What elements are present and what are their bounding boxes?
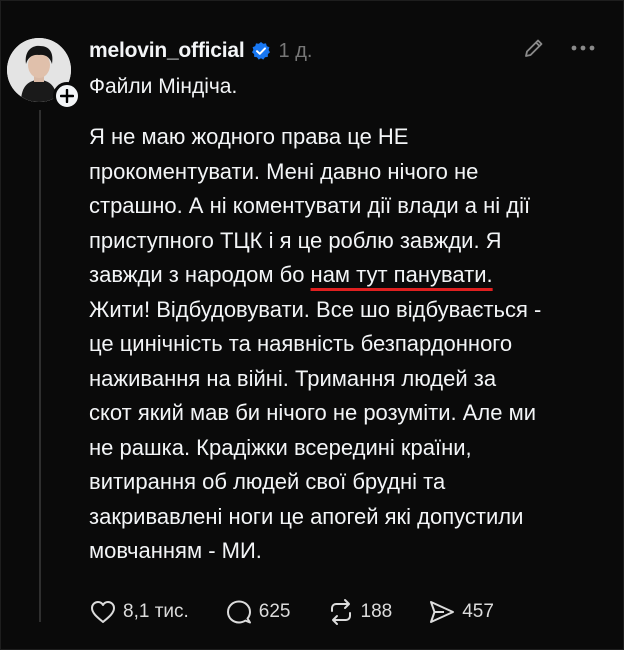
more-icon[interactable]: [568, 36, 598, 60]
body-text-segment: завжди з народом бо: [89, 262, 311, 287]
heart-icon: [91, 601, 115, 623]
like-button[interactable]: 8,1 тис.: [89, 598, 189, 626]
body-line: це цинічність та наявність безпардонного: [89, 331, 513, 356]
follow-button[interactable]: [53, 82, 81, 110]
body-line: приступного ТЦК і я це роблю завжди. Я: [89, 227, 502, 253]
repost-icon: [330, 599, 351, 625]
body-line: закривавлені ноги це апогей які допустил…: [89, 503, 524, 529]
post-time: 1 д.: [278, 39, 313, 62]
share-icon: [430, 601, 455, 623]
body-line: страшно. А ні коментувати дії влади а ні…: [89, 193, 531, 218]
like-count: 8,1 тис.: [123, 601, 189, 622]
underlined-phrase: нам тут панувати.: [310, 262, 493, 287]
body-line: Жити! Відбудовувати. Все шо відбувається…: [89, 296, 542, 322]
thread-line: [39, 110, 41, 622]
comment-count: 625: [258, 601, 291, 622]
post-header: melovin_official 1 д.: [89, 37, 312, 65]
repost-count: 188: [360, 601, 393, 622]
comment-icon: [226, 600, 251, 624]
repost-button[interactable]: 188: [327, 598, 393, 626]
body-line: Я не маю жодного права це НЕ: [89, 124, 409, 149]
verified-icon: [251, 41, 271, 61]
post-body: Я не маю жодного права це НЕ прокоментув…: [89, 120, 609, 569]
post-subtitle: Файли Міндіча.: [89, 75, 238, 98]
body-line: витирання об людей свої брудні та: [89, 469, 446, 494]
share-count: 457: [462, 601, 494, 622]
share-button[interactable]: 457: [428, 598, 494, 626]
plus-icon: [60, 89, 74, 103]
body-line: скот який мав би нічого не розуміти. Але…: [89, 400, 537, 425]
avatar-container[interactable]: [7, 38, 81, 110]
edit-icon[interactable]: [522, 36, 546, 60]
body-line: прокоментувати. Мені давно нічого не: [89, 158, 479, 184]
body-line: не рашка. Крадіжки всередині країни,: [89, 434, 472, 460]
body-line: наживання на війні. Тримання людей за: [89, 365, 497, 391]
action-bar: 8,1 тис. 625 188 457: [89, 597, 530, 627]
username[interactable]: melovin_official: [89, 39, 245, 63]
body-line: завжди з народом бо нам тут панувати.: [89, 258, 609, 293]
comment-button[interactable]: 625: [225, 598, 291, 626]
body-line: мовчанням - МИ.: [89, 538, 262, 563]
